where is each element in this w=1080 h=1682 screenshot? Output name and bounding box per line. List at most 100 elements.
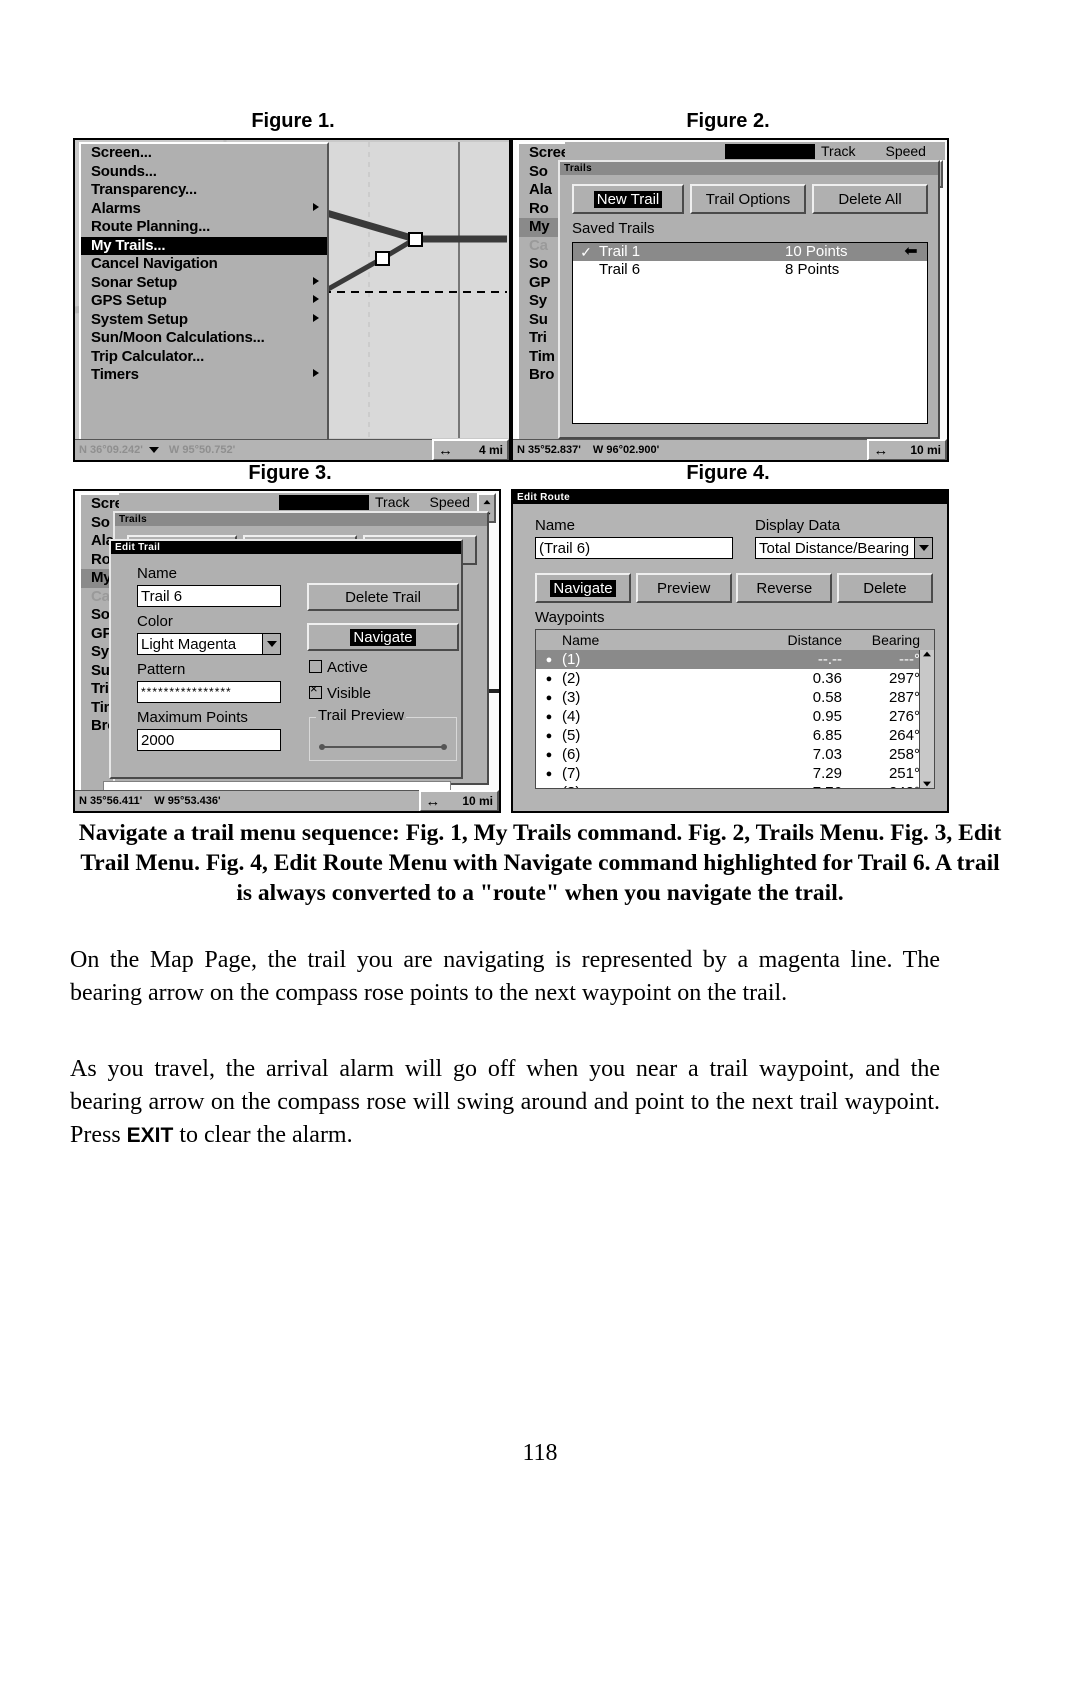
display-data-value: Total Distance/Bearing xyxy=(759,539,910,557)
color-value: Light Magenta xyxy=(141,635,237,653)
delete-trail-button[interactable]: Delete Trail xyxy=(307,583,459,611)
bg-menu-label: Sy xyxy=(529,292,547,309)
submenu-arrow-icon xyxy=(313,313,319,322)
table-row[interactable]: ● (3) 0.58 287° xyxy=(536,688,934,707)
menu-item-sounds[interactable]: Sounds... xyxy=(81,163,327,182)
check-icon: ✓ xyxy=(580,244,592,260)
menu-item-transparency[interactable]: Transparency... xyxy=(81,181,327,200)
fig1-main-menu[interactable]: Screen... Sounds... Transparency... Alar… xyxy=(79,142,329,442)
table-row[interactable]: ● (7) 7.29 251° xyxy=(536,764,934,783)
waypoints-label: Waypoints xyxy=(535,609,605,626)
waypoint-distance: 0.36 xyxy=(812,669,842,687)
active-checkbox[interactable]: Active xyxy=(309,659,368,676)
navigate-button[interactable]: Navigate xyxy=(307,623,459,651)
menu-item-route-planning[interactable]: Route Planning... xyxy=(81,218,327,237)
bg-menu-label: Screen... xyxy=(529,144,567,161)
trail-name-input[interactable]: Trail 6 xyxy=(137,585,281,607)
menu-item-label: Sounds... xyxy=(91,162,157,180)
menu-item-sonar-setup[interactable]: Sonar Setup xyxy=(81,274,327,293)
menu-item-screen[interactable]: Screen... xyxy=(81,144,327,163)
trail-list-row[interactable]: Trail 6 8 Points xyxy=(573,261,927,279)
visible-label: Visible xyxy=(327,685,371,702)
checkbox-checked-icon[interactable] xyxy=(309,682,322,699)
table-row[interactable]: ● (5) 6.85 264° xyxy=(536,726,934,745)
longitude-readout: W 95°53.436' xyxy=(154,795,221,807)
route-name-input[interactable]: (Trail 6) xyxy=(535,537,733,559)
menu-item-trip-calculator[interactable]: Trip Calculator... xyxy=(81,348,327,367)
menu-item-cancel-navigation[interactable]: Cancel Navigation xyxy=(81,255,327,274)
fig1-status-bar: N 36°09.242' W 95°50.752' ↔ 4 mi xyxy=(75,439,509,460)
scroll-down-icon[interactable] xyxy=(923,781,931,787)
trail-list-row[interactable]: ✓ Trail 1 10 Points ⬅ xyxy=(573,243,927,261)
table-row[interactable]: ● (1) --.-- ---° xyxy=(536,650,934,669)
trail-options-button[interactable]: Trail Options xyxy=(690,184,806,214)
waypoints-table[interactable]: Name Distance Bearing ● (1) --.-- ---° ●… xyxy=(535,629,935,789)
menu-item-sun-moon-calculations[interactable]: Sun/Moon Calculations... xyxy=(81,329,327,348)
longitude-readout: W 96°02.900' xyxy=(592,444,660,456)
new-trail-button[interactable]: New Trail xyxy=(572,184,684,214)
figure-1-screenshot: Screen... Sounds... Transparency... Alar… xyxy=(73,138,511,462)
preview-label: Preview xyxy=(656,579,711,597)
menu-item-gps-setup[interactable]: GPS Setup xyxy=(81,292,327,311)
zoom-range-icon: ↔ xyxy=(437,441,453,459)
table-row[interactable]: ● (2) 0.36 297° xyxy=(536,669,934,688)
submenu-arrow-icon xyxy=(313,295,319,303)
chevron-down-icon[interactable] xyxy=(914,538,932,558)
fig2-trails-dialog: Trails New Trail Trail Options Delete Al… xyxy=(558,160,940,439)
table-row[interactable]: ● (8) 7.76 242° xyxy=(536,783,934,789)
chevron-down-icon xyxy=(148,447,159,453)
menu-item-label: Transparency... xyxy=(91,181,197,198)
pattern-label: Pattern xyxy=(137,661,186,678)
table-row[interactable]: ● (4) 0.95 276° xyxy=(536,707,934,726)
track-value-bar xyxy=(279,494,369,510)
active-label: Active xyxy=(327,659,368,676)
track-label: Track xyxy=(375,494,410,510)
delete-label: Delete xyxy=(863,579,907,597)
chevron-down-icon[interactable] xyxy=(262,634,280,654)
bg-menu-label: Sy xyxy=(91,643,109,660)
bg-menu-label: GP xyxy=(529,273,551,291)
menu-item-label: Alarms xyxy=(91,199,141,217)
preview-button[interactable]: Preview xyxy=(635,573,732,603)
delete-all-button[interactable]: Delete All xyxy=(812,184,928,214)
menu-item-timers[interactable]: Timers xyxy=(81,366,327,385)
color-select[interactable]: Light Magenta xyxy=(137,633,281,655)
reverse-label: Reverse xyxy=(756,579,813,597)
table-row[interactable]: ● (6) 7.03 258° xyxy=(536,745,934,764)
figure-4-screenshot: Edit Route Name (Trail 6) Display Data T… xyxy=(511,489,949,813)
figure-1-title: Figure 1. xyxy=(251,110,335,132)
maximum-points-label: Maximum Points xyxy=(137,709,248,726)
delete-button[interactable]: Delete xyxy=(836,573,933,603)
waypoints-scrollbar[interactable] xyxy=(919,650,934,788)
menu-item-my-trails[interactable]: My Trails... xyxy=(81,236,327,255)
visible-checkbox[interactable]: Visible xyxy=(309,682,371,702)
menu-item-alarms[interactable]: Alarms xyxy=(81,200,327,219)
menu-item-label: GPS Setup xyxy=(91,292,167,309)
saved-trails-list[interactable]: ✓ Trail 1 10 Points ⬅ Trail 6 8 Points xyxy=(572,242,928,424)
bullet-icon: ● xyxy=(545,748,553,761)
checkbox-icon[interactable] xyxy=(309,660,322,673)
table-header-row: Name Distance Bearing xyxy=(536,630,934,650)
longitude-readout: W 95°50.752' xyxy=(168,444,236,456)
document-page: Figure 1. Screen... Sounds... Transparen… xyxy=(0,0,1080,1682)
waypoint-name: (8) xyxy=(562,784,752,789)
fig1-zoom-level: 4 mi xyxy=(478,443,503,457)
color-label: Color xyxy=(137,613,173,630)
paragraph-1: On the Map Page, the trail you are navig… xyxy=(70,947,940,1006)
bullet-icon: ● xyxy=(545,710,553,723)
bg-menu-label: Tri xyxy=(91,680,109,697)
scroll-up-icon[interactable] xyxy=(483,499,490,504)
navigate-button[interactable]: Navigate xyxy=(535,573,631,603)
display-data-select[interactable]: Total Distance/Bearing xyxy=(755,537,933,559)
bg-menu-label: Tim xyxy=(529,347,555,365)
submenu-arrow-icon xyxy=(313,276,319,285)
pattern-input[interactable]: **************** xyxy=(137,681,281,703)
waypoint-name: (6) xyxy=(562,745,581,763)
bg-menu-label: Ro xyxy=(91,550,111,568)
scroll-up-icon[interactable] xyxy=(923,651,931,657)
menu-item-system-setup[interactable]: System Setup xyxy=(81,311,327,330)
maximum-points-input[interactable]: 2000 xyxy=(137,729,281,751)
reverse-button[interactable]: Reverse xyxy=(736,573,833,603)
waypoint-name: (3) xyxy=(562,688,581,706)
left-arrow-icon: ⬅ xyxy=(904,243,918,260)
